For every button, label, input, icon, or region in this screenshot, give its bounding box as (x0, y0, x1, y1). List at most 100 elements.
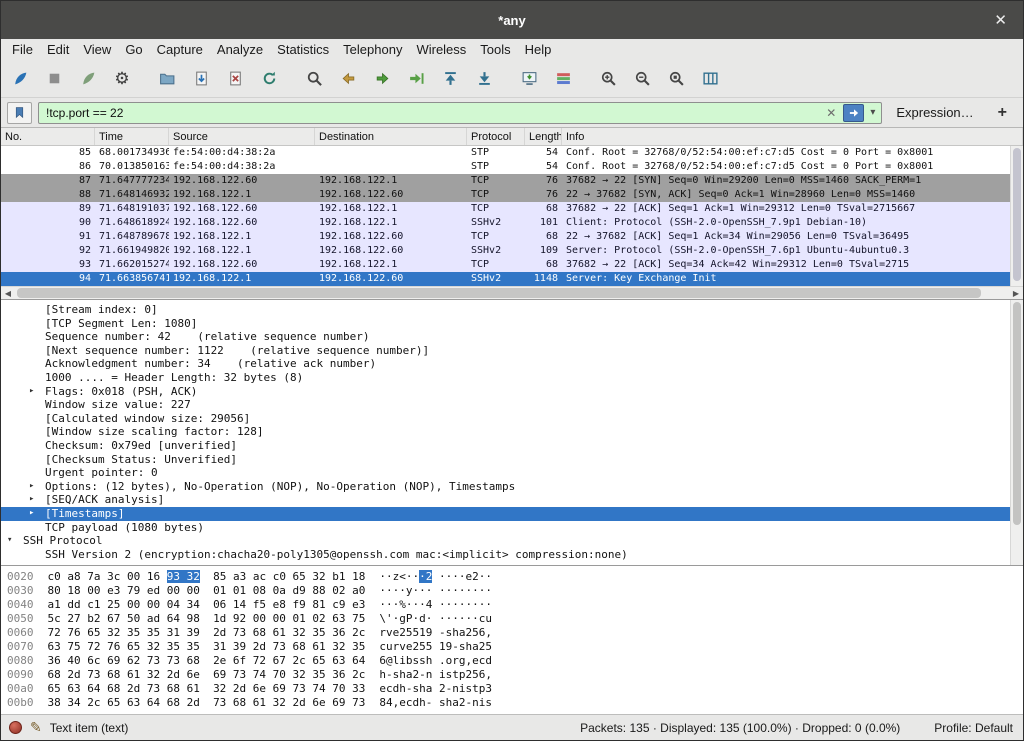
zoom-out-button[interactable] (627, 65, 657, 93)
menu-item[interactable]: Help (518, 40, 559, 59)
hex-row[interactable]: 0050 5c 27 b2 67 50 ad 64 98 1d 92 00 00… (7, 612, 1023, 626)
menu-item[interactable]: Edit (40, 40, 76, 59)
hex-selected-bytes[interactable]: 93 32 (167, 570, 200, 583)
reload-file-button[interactable] (254, 65, 284, 93)
menu-item[interactable]: Analyze (210, 40, 270, 59)
expander-icon[interactable]: ▾ (7, 534, 23, 548)
packet-row[interactable]: 91 71.648789678 192.168.122.1 192.168.12… (1, 230, 1023, 244)
scroll-right-icon[interactable]: ▶ (1009, 289, 1023, 298)
open-file-button[interactable] (152, 65, 182, 93)
hex-selected-ascii[interactable]: ·2 (419, 570, 432, 583)
menu-item[interactable]: Statistics (270, 40, 336, 59)
zoom-in-button[interactable] (593, 65, 623, 93)
titlebar[interactable]: *any ✕ (1, 1, 1023, 39)
expert-info-icon[interactable] (9, 721, 22, 734)
tree-item[interactable]: Window size value: 227 (1, 398, 1023, 412)
packet-row[interactable]: 92 71.661949820 192.168.122.1 192.168.12… (1, 244, 1023, 258)
tree-item[interactable]: [Calculated window size: 29056] (1, 412, 1023, 426)
column-header[interactable]: Destination (315, 128, 467, 145)
column-header[interactable]: Info (562, 128, 1023, 145)
hex-row[interactable]: 0030 80 18 00 e3 79 ed 00 00 01 01 08 0a… (7, 584, 1023, 598)
go-last-button[interactable] (469, 65, 499, 93)
status-profile[interactable]: Profile: Default (934, 721, 1013, 735)
menu-item[interactable]: File (5, 40, 40, 59)
resize-columns-button[interactable] (695, 65, 725, 93)
expander-icon[interactable]: ▸ (29, 480, 45, 494)
column-header[interactable]: No. (1, 128, 95, 145)
menu-item[interactable]: Capture (150, 40, 210, 59)
capture-options-button[interactable]: ⚙ (107, 65, 137, 93)
go-back-button[interactable] (333, 65, 363, 93)
unsaved-pencil-icon[interactable]: ✎ (30, 719, 42, 736)
tree-item[interactable]: [Window size scaling factor: 128] (1, 425, 1023, 439)
tree-item[interactable]: ▸ Options: (12 bytes), No-Operation (NOP… (1, 480, 1023, 494)
tree-item[interactable]: [Stream index: 0] (1, 303, 1023, 317)
hex-row[interactable]: 0040 a1 dd c1 25 00 00 04 34 06 14 f5 e8… (7, 598, 1023, 612)
tree-item[interactable]: TCP payload (1080 bytes) (1, 521, 1023, 535)
filter-apply-button[interactable] (843, 104, 864, 122)
filter-add-button[interactable]: + (988, 104, 1017, 122)
hex-row[interactable]: 0060 72 76 65 32 35 35 31 39 2d 73 68 61… (7, 626, 1023, 640)
zoom-100-button[interactable] (661, 65, 691, 93)
filter-clear-icon[interactable]: ✕ (821, 106, 841, 120)
tree-item[interactable]: Checksum: 0x79ed [unverified] (1, 439, 1023, 453)
expander-icon[interactable]: ▸ (29, 507, 45, 521)
hscroll-track[interactable] (15, 287, 1009, 299)
tree-item[interactable]: ▸ [Timestamps] (1, 507, 1023, 521)
packet-row[interactable]: 86 70.013850163 fe:54:00:d4:38:2a STP 54… (1, 160, 1023, 174)
scroll-left-icon[interactable]: ◀ (1, 289, 15, 298)
tree-item[interactable]: ▸ [SEQ/ACK analysis] (1, 493, 1023, 507)
scrollbar-thumb[interactable] (1013, 302, 1021, 525)
column-header[interactable]: Source (169, 128, 315, 145)
details-scrollbar[interactable] (1010, 300, 1023, 565)
menu-item[interactable]: Tools (473, 40, 517, 59)
save-file-button[interactable] (186, 65, 216, 93)
tree-item[interactable]: ▾ SSH Protocol (1, 534, 1023, 548)
go-forward-button[interactable] (367, 65, 397, 93)
tree-item[interactable]: Sequence number: 42 (relative sequence n… (1, 330, 1023, 344)
hex-row[interactable]: 0020 c0 a8 7a 3c 00 16 93 32 85 a3 ac c0… (7, 570, 1023, 584)
tree-item[interactable]: [Checksum Status: Unverified] (1, 453, 1023, 467)
tree-item[interactable]: [Next sequence number: 1122 (relative se… (1, 344, 1023, 358)
filter-input[interactable]: !tcp.port == 22 ✕ ▾ (38, 102, 882, 124)
tree-item[interactable]: Urgent pointer: 0 (1, 466, 1023, 480)
filter-dropdown-icon[interactable]: ▾ (866, 107, 879, 118)
start-capture-button[interactable] (5, 65, 35, 93)
hex-row[interactable]: 00a0 65 63 64 68 2d 73 68 61 32 2d 6e 69… (7, 682, 1023, 696)
scrollbar-thumb[interactable] (17, 288, 981, 298)
packet-list-scrollbar[interactable] (1010, 146, 1023, 286)
auto-scroll-button[interactable] (514, 65, 544, 93)
expander-icon[interactable]: ▸ (29, 493, 45, 507)
hex-row[interactable]: 00b0 38 34 2c 65 63 64 68 2d 73 68 61 32… (7, 696, 1023, 710)
tree-item[interactable]: Acknowledgment number: 34 (relative ack … (1, 357, 1023, 371)
tree-item[interactable]: [TCP Segment Len: 1080] (1, 317, 1023, 331)
packet-row[interactable]: 93 71.662015274 192.168.122.60 192.168.1… (1, 258, 1023, 272)
hex-row[interactable]: 0070 63 75 72 76 65 32 35 35 31 39 2d 73… (7, 640, 1023, 654)
hex-row[interactable]: 0080 36 40 6c 69 62 73 73 68 2e 6f 72 67… (7, 654, 1023, 668)
close-button[interactable]: ✕ (986, 9, 1015, 31)
stop-capture-button[interactable] (39, 65, 69, 93)
close-file-button[interactable] (220, 65, 250, 93)
go-to-packet-button[interactable] (401, 65, 431, 93)
go-first-button[interactable] (435, 65, 465, 93)
filter-bookmark-button[interactable] (7, 102, 32, 124)
packet-row[interactable]: 94 71.663856741 192.168.122.1 192.168.12… (1, 272, 1023, 286)
expression-button[interactable]: Expression… (888, 105, 981, 120)
colorize-button[interactable] (548, 65, 578, 93)
packet-row[interactable]: 85 68.001734936 fe:54:00:d4:38:2a STP 54… (1, 146, 1023, 160)
menu-item[interactable]: Go (118, 40, 149, 59)
tree-item[interactable]: SSH Version 2 (encryption:chacha20-poly1… (1, 548, 1023, 562)
packet-row[interactable]: 90 71.648618924 192.168.122.60 192.168.1… (1, 216, 1023, 230)
expander-icon[interactable]: ▸ (29, 385, 45, 399)
tree-item[interactable]: ▸ Flags: 0x018 (PSH, ACK) (1, 385, 1023, 399)
menu-item[interactable]: Wireless (409, 40, 473, 59)
restart-capture-button[interactable] (73, 65, 103, 93)
find-packet-button[interactable] (299, 65, 329, 93)
tree-item[interactable]: 1000 .... = Header Length: 32 bytes (8) (1, 371, 1023, 385)
packet-row[interactable]: 88 71.648146932 192.168.122.1 192.168.12… (1, 188, 1023, 202)
packet-list-hscrollbar[interactable]: ◀ ▶ (1, 286, 1023, 299)
scrollbar-thumb[interactable] (1013, 148, 1021, 281)
column-header[interactable]: Length (525, 128, 562, 145)
column-header[interactable]: Time (95, 128, 169, 145)
packet-row[interactable]: 89 71.648191037 192.168.122.60 192.168.1… (1, 202, 1023, 216)
